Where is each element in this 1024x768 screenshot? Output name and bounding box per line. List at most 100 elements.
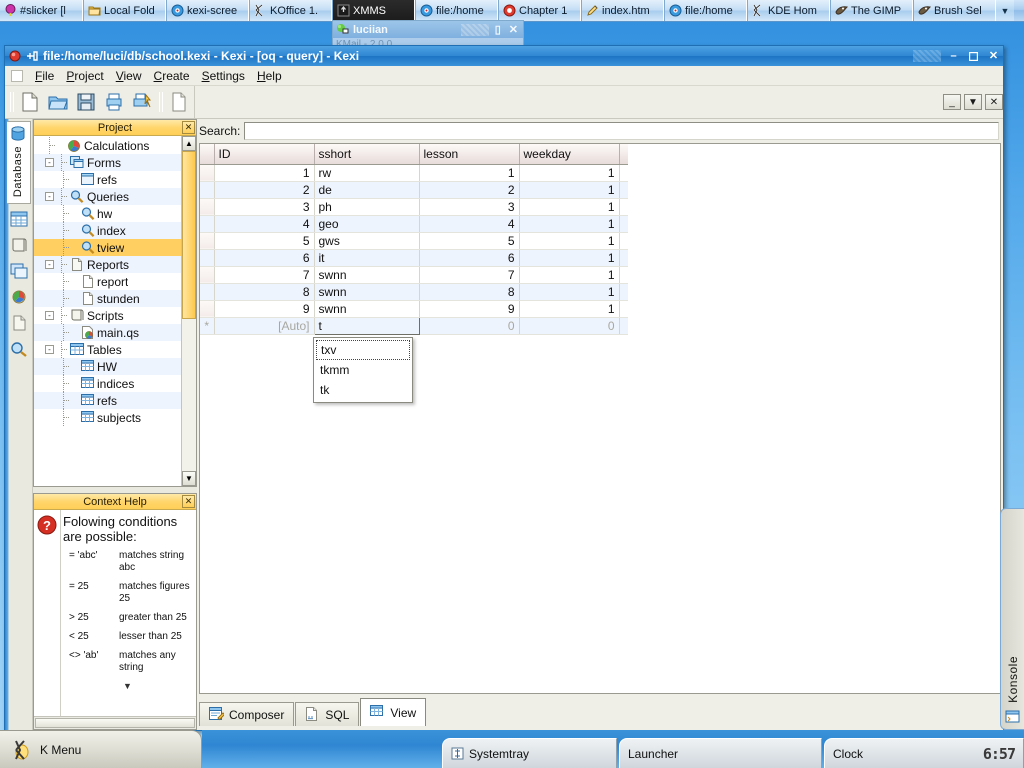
menu-file[interactable]: File bbox=[29, 67, 60, 85]
cell-sshort[interactable]: ph bbox=[314, 198, 419, 215]
autocomplete-item[interactable]: tk bbox=[316, 380, 410, 400]
scroll-up-button[interactable]: ▲ bbox=[182, 136, 196, 151]
menu-project[interactable]: Project bbox=[60, 67, 109, 85]
cell-lesson[interactable]: 1 bbox=[419, 164, 519, 181]
tree-item-indices[interactable]: indices bbox=[34, 375, 181, 392]
konsole-panel-tab[interactable]: Konsole bbox=[1000, 508, 1024, 730]
left-sidebar-strip[interactable]: Database bbox=[5, 119, 33, 730]
taskbar-item-3[interactable]: KOffice 1. bbox=[249, 0, 332, 21]
table-row[interactable]: 8swnn81 bbox=[200, 283, 628, 300]
cell-sshort[interactable]: swnn bbox=[314, 266, 419, 283]
autocomplete-item[interactable]: tkmm bbox=[316, 360, 410, 380]
cell-lesson[interactable]: 9 bbox=[419, 300, 519, 317]
k-menu-button[interactable]: K Menu bbox=[0, 730, 202, 768]
context-help-hscrollbar[interactable] bbox=[34, 716, 196, 729]
column-header-weekday[interactable]: weekday bbox=[519, 144, 619, 164]
cell-sshort[interactable]: de bbox=[314, 181, 419, 198]
kexi-titlebar[interactable]: file:/home/luci/db/school.kexi - Kexi - … bbox=[5, 46, 1003, 66]
row-marker[interactable] bbox=[200, 164, 214, 181]
document-icon[interactable] bbox=[166, 89, 192, 115]
window-maximize-button[interactable] bbox=[966, 49, 981, 63]
table-row[interactable]: 9swnn91 bbox=[200, 300, 628, 317]
menu-view[interactable]: View bbox=[110, 67, 148, 85]
forms-icon[interactable] bbox=[7, 258, 31, 284]
project-panel-close-button[interactable]: ✕ bbox=[182, 121, 195, 134]
mdi-close-button[interactable]: ✕ bbox=[985, 94, 1003, 110]
tree-item-stunden[interactable]: stunden bbox=[34, 290, 181, 307]
cell-weekday[interactable]: 1 bbox=[519, 266, 619, 283]
toolbar-grip-2[interactable] bbox=[157, 91, 164, 113]
cell-lesson[interactable]: 5 bbox=[419, 232, 519, 249]
view-tabs[interactable]: ComposerSQLView bbox=[197, 694, 1003, 726]
table-row[interactable]: 5gws51 bbox=[200, 232, 628, 249]
tree-expander[interactable]: - bbox=[45, 192, 54, 201]
cell-id[interactable]: 8 bbox=[214, 283, 314, 300]
view-tab-sql[interactable]: SQL bbox=[295, 702, 359, 726]
table-row[interactable]: 4geo41 bbox=[200, 215, 628, 232]
tree-expander[interactable]: - bbox=[45, 158, 54, 167]
background-window-close-button[interactable]: ✕ bbox=[507, 23, 520, 36]
table-new-row[interactable]: *[Auto]t00 bbox=[200, 317, 628, 334]
data-grid[interactable]: IDsshortlessonweekday1rw112de213ph314geo… bbox=[199, 143, 1001, 694]
cell-sshort[interactable]: rw bbox=[314, 164, 419, 181]
toolbar-grip[interactable] bbox=[8, 91, 15, 113]
cell-weekday[interactable]: 1 bbox=[519, 300, 619, 317]
print-preview-icon[interactable] bbox=[129, 89, 155, 115]
top-taskbar[interactable]: #slicker [lLocal Foldkexi-screeKOffice 1… bbox=[0, 0, 1024, 22]
background-window-shade-button[interactable]: ▯ bbox=[493, 23, 503, 36]
new-row-cell-lesson[interactable]: 0 bbox=[419, 317, 519, 334]
search-row[interactable]: Search: bbox=[197, 119, 1003, 143]
column-header-sshort[interactable]: sshort bbox=[314, 144, 419, 164]
tree-item-subjects[interactable]: subjects bbox=[34, 409, 181, 426]
calculations-icon[interactable] bbox=[7, 284, 31, 310]
tree-item-forms[interactable]: -Forms bbox=[34, 154, 181, 171]
row-marker[interactable] bbox=[200, 300, 214, 317]
menu-create[interactable]: Create bbox=[148, 67, 196, 85]
table-row[interactable]: 1rw11 bbox=[200, 164, 628, 181]
table-row[interactable]: 6it61 bbox=[200, 249, 628, 266]
cell-weekday[interactable]: 1 bbox=[519, 215, 619, 232]
cell-lesson[interactable]: 8 bbox=[419, 283, 519, 300]
view-tab-view[interactable]: View bbox=[360, 698, 426, 726]
cell-id[interactable]: 9 bbox=[214, 300, 314, 317]
mdi-minimize-button[interactable]: _ bbox=[943, 94, 961, 110]
new-row-cell-weekday[interactable]: 0 bbox=[519, 317, 619, 334]
scrollbar-thumb[interactable] bbox=[182, 151, 196, 319]
cell-id[interactable]: 4 bbox=[214, 215, 314, 232]
reports-icon[interactable] bbox=[7, 310, 31, 336]
panel-taskbar-area[interactable] bbox=[202, 738, 440, 768]
context-help-more-arrow[interactable]: ▼ bbox=[63, 681, 192, 691]
cell-sshort[interactable]: swnn bbox=[314, 283, 419, 300]
cell-weekday[interactable]: 1 bbox=[519, 249, 619, 266]
tree-expander[interactable]: - bbox=[45, 311, 54, 320]
cell-id[interactable]: 1 bbox=[214, 164, 314, 181]
menubar[interactable]: File Project View Create Settings Help bbox=[5, 66, 1003, 86]
mdi-system-menu-icon[interactable] bbox=[11, 70, 23, 82]
taskbar-overflow-arrow-icon[interactable]: ▼ bbox=[996, 0, 1014, 21]
taskbar-item-11[interactable]: Brush Sel bbox=[913, 0, 996, 21]
row-marker[interactable] bbox=[200, 198, 214, 215]
autocomplete-item[interactable]: txv bbox=[316, 340, 410, 360]
cell-weekday[interactable]: 1 bbox=[519, 164, 619, 181]
taskbar-item-10[interactable]: The GIMP bbox=[830, 0, 913, 21]
hscrollbar-thumb[interactable] bbox=[35, 718, 195, 728]
cell-id[interactable]: 5 bbox=[214, 232, 314, 249]
cell-sshort[interactable]: geo bbox=[314, 215, 419, 232]
row-marker[interactable] bbox=[200, 232, 214, 249]
tables-icon[interactable] bbox=[7, 206, 31, 232]
cell-lesson[interactable]: 7 bbox=[419, 266, 519, 283]
new-row-marker[interactable]: * bbox=[200, 317, 214, 334]
tree-item-queries[interactable]: -Queries bbox=[34, 188, 181, 205]
open-icon[interactable] bbox=[45, 89, 71, 115]
tree-item-reports[interactable]: -Reports bbox=[34, 256, 181, 273]
clock-applet[interactable]: Clock 6:57 bbox=[824, 738, 1024, 768]
column-header-id[interactable]: ID bbox=[214, 144, 314, 164]
cell-weekday[interactable]: 1 bbox=[519, 283, 619, 300]
cell-id[interactable]: 3 bbox=[214, 198, 314, 215]
save-icon[interactable] bbox=[73, 89, 99, 115]
cell-sshort[interactable]: swnn bbox=[314, 300, 419, 317]
tree-item-refs[interactable]: refs bbox=[34, 392, 181, 409]
taskbar-item-7[interactable]: index.htm bbox=[581, 0, 664, 21]
tree-item-refs[interactable]: refs bbox=[34, 171, 181, 188]
mdi-restore-button[interactable]: ▼ bbox=[964, 94, 982, 110]
